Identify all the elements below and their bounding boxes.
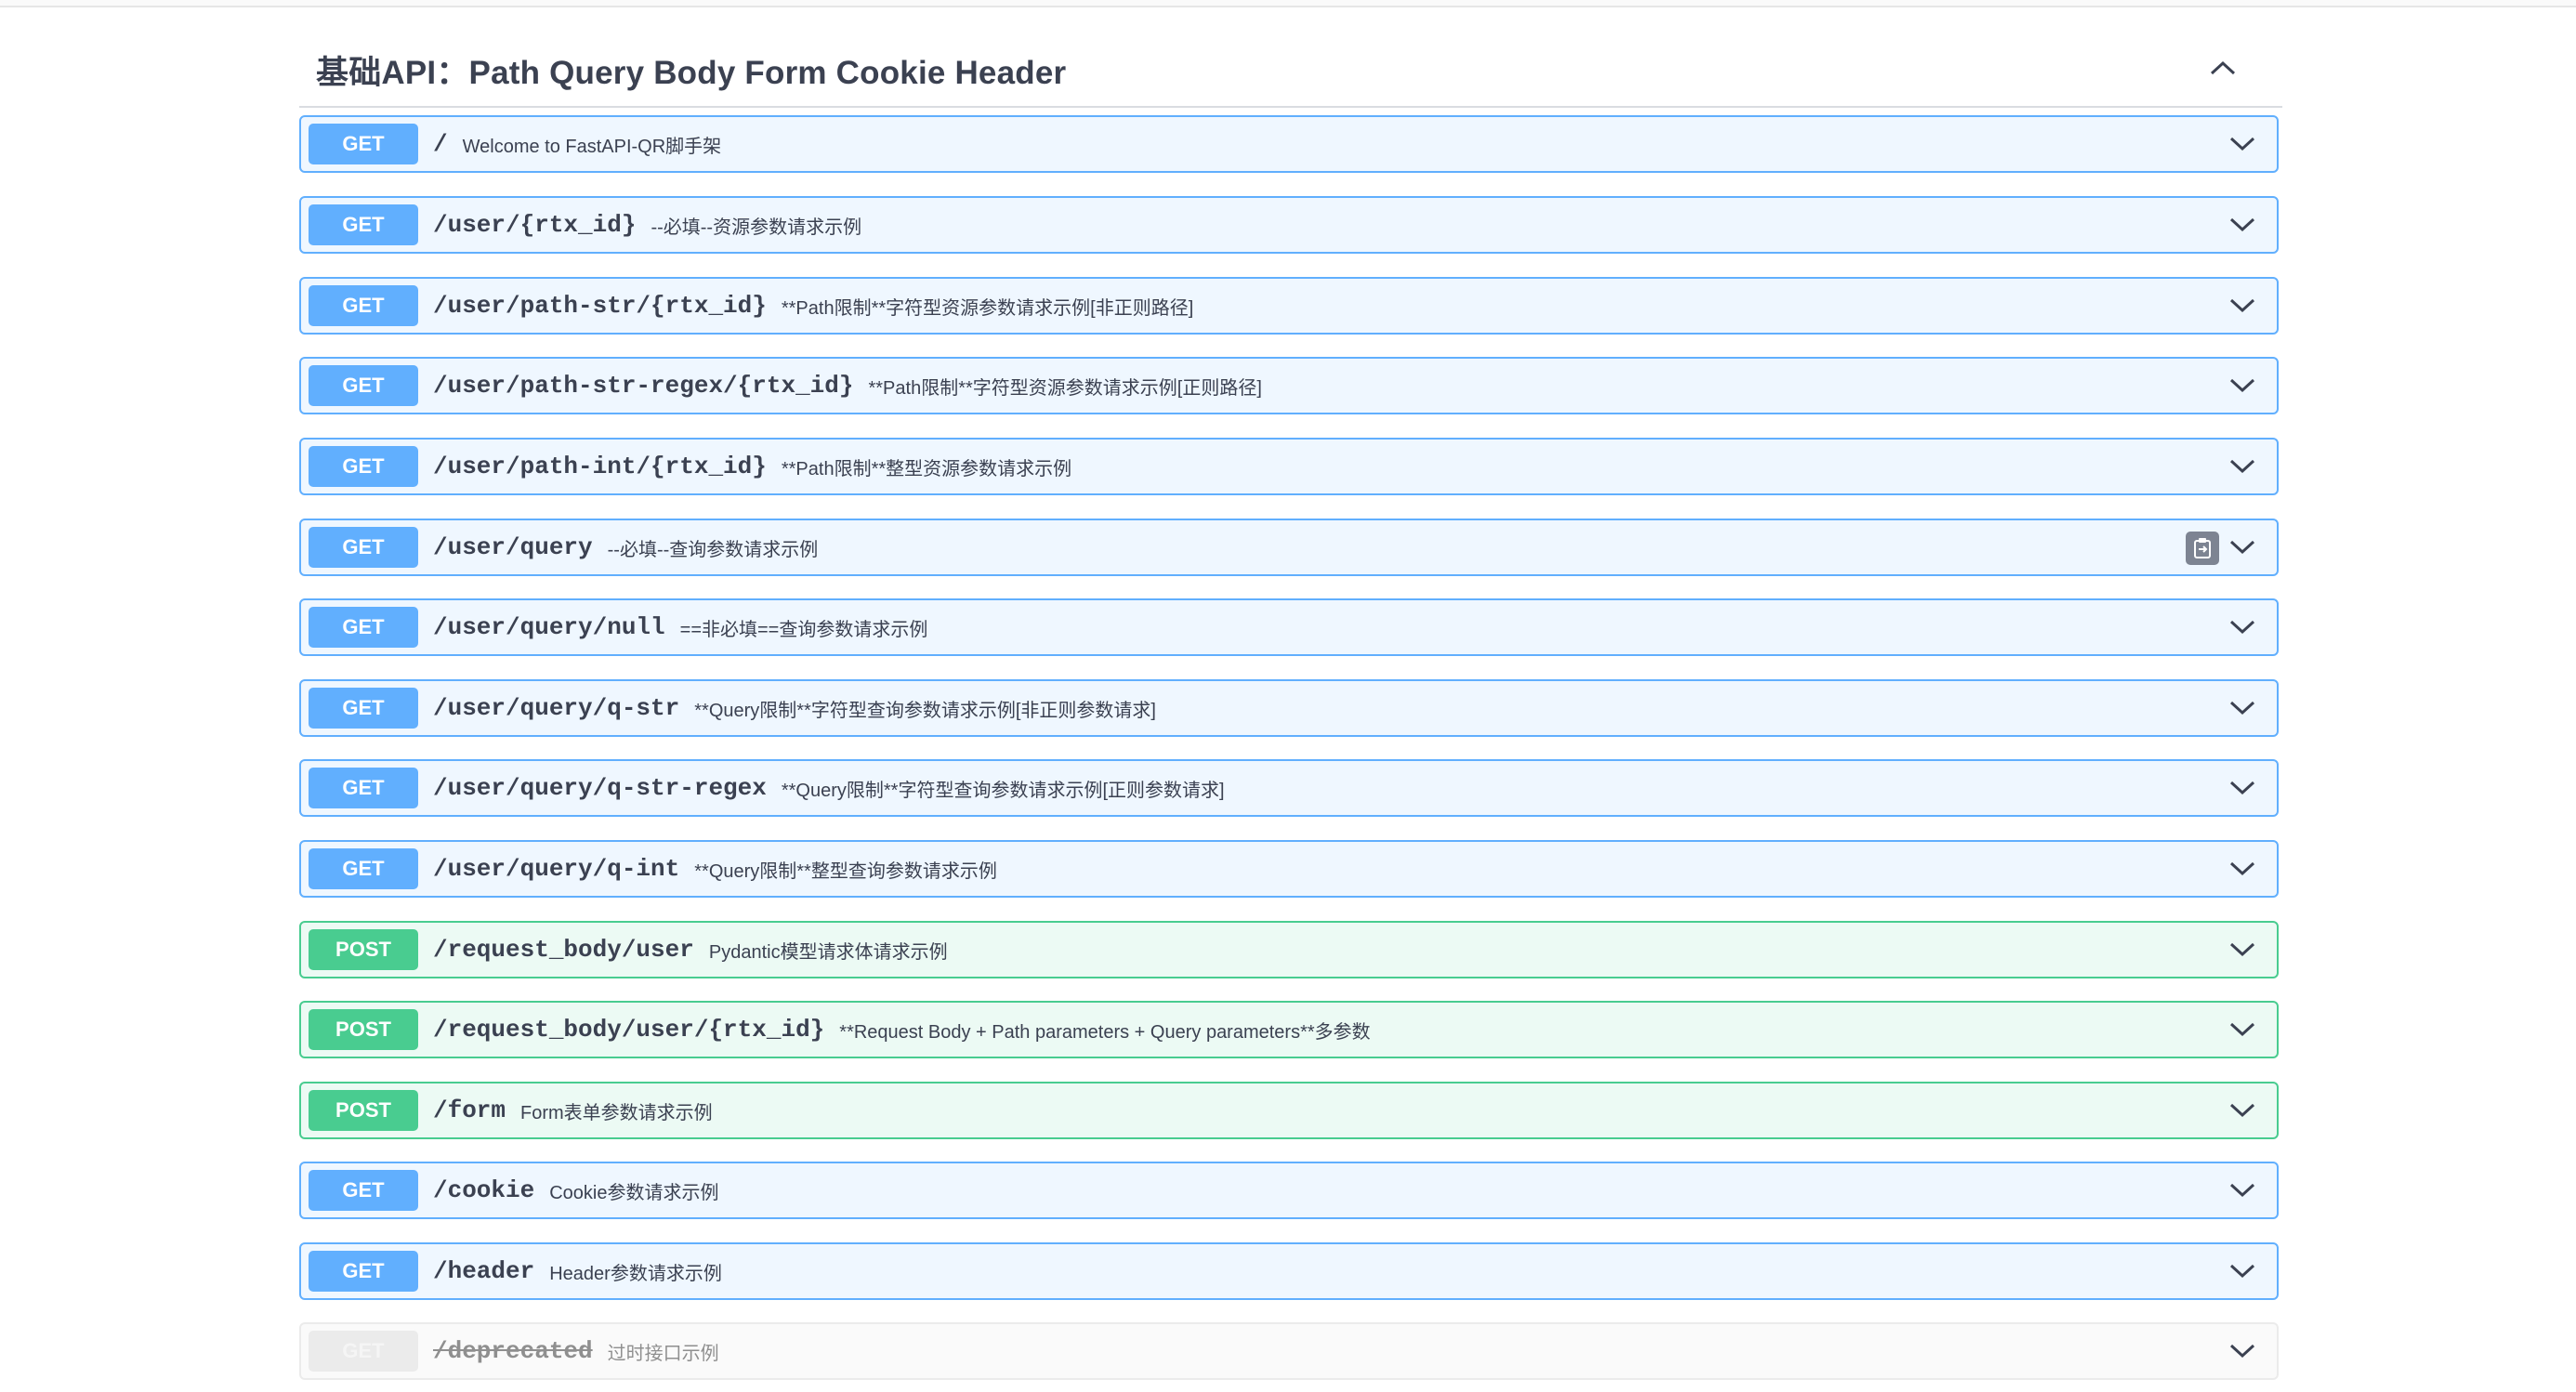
chevron-down-icon[interactable] [2227,211,2258,239]
operation-row[interactable]: GET /user/query --必填--查询参数请求示例 [299,519,2279,576]
operation-row[interactable]: POST /request_body/user/{rtx_id} **Reque… [299,1001,2279,1058]
copy-to-clipboard-icon[interactable] [2186,532,2219,565]
operation-path: /user/{rtx_id} [433,211,637,239]
top-divider [0,0,2576,7]
tag-header[interactable]: 基础API：Path Query Body Form Cookie Header [299,33,2282,108]
method-badge: GET [309,848,418,889]
operation-row[interactable]: GET /user/query/q-str-regex **Query限制**字… [299,759,2279,817]
operation-row[interactable]: GET /header Header参数请求示例 [299,1242,2279,1300]
method-badge: GET [309,446,418,487]
method-badge: GET [309,527,418,568]
operation-row[interactable]: GET /user/query/q-str **Query限制**字符型查询参数… [299,679,2279,737]
chevron-down-icon[interactable] [2227,453,2258,480]
method-badge: POST [309,929,418,970]
chevron-down-icon[interactable] [2227,130,2258,158]
method-badge: POST [309,1009,418,1050]
chevron-down-icon[interactable] [2227,936,2258,964]
operation-row[interactable]: GET /cookie Cookie参数请求示例 [299,1162,2279,1219]
tag-title: 基础API：Path Query Body Form Cookie Header [316,54,1067,91]
operation-summary: Form表单参数请求示例 [520,1102,713,1123]
operation-summary: --必填--资源参数请求示例 [651,217,862,238]
method-badge: GET [309,1170,418,1211]
operation-summary: Header参数请求示例 [549,1263,722,1284]
method-badge: GET [309,768,418,808]
chevron-down-icon[interactable] [2227,774,2258,802]
chevron-up-icon[interactable] [2204,54,2241,82]
method-badge: GET [309,365,418,406]
chevron-down-icon[interactable] [2227,613,2258,641]
method-badge: GET [309,285,418,326]
operation-path: /user/path-int/{rtx_id} [433,453,767,480]
operation-summary: --必填--查询参数请求示例 [607,539,819,560]
operation-path: /user/query/q-str [433,694,680,722]
operation-row[interactable]: GET /user/path-str/{rtx_id} **Path限制**字符… [299,277,2279,335]
operation-row[interactable]: GET /user/path-str-regex/{rtx_id} **Path… [299,357,2279,414]
operation-row-deprecated[interactable]: GET /deprecated 过时接口示例 [299,1322,2279,1380]
chevron-down-icon[interactable] [2227,855,2258,883]
method-badge: GET [309,124,418,164]
operation-row[interactable]: GET /user/path-int/{rtx_id} **Path限制**整型… [299,438,2279,495]
tag-section: 基础API：Path Query Body Form Cookie Header… [299,33,2282,1380]
operation-summary: **Path限制**整型资源参数请求示例 [781,458,1072,479]
operation-path: /user/query [433,533,593,561]
operation-summary: Welcome to FastAPI-QR脚手架 [462,136,722,157]
operation-row[interactable]: POST /request_body/user Pydantic模型请求体请求示… [299,921,2279,978]
chevron-down-icon[interactable] [2227,694,2258,722]
chevron-down-icon[interactable] [2227,1097,2258,1124]
operation-summary: **Request Body + Path parameters + Query… [839,1021,1371,1043]
operation-path: /cookie [433,1176,535,1204]
operation-summary: Pydantic模型请求体请求示例 [708,941,948,963]
operation-path: /user/path-str/{rtx_id} [433,292,767,320]
chevron-down-icon[interactable] [2227,292,2258,320]
operation-path: /deprecated [433,1337,593,1365]
operation-summary: **Query限制**字符型查询参数请求示例[非正则参数请求] [694,700,1156,721]
method-badge: GET [309,204,418,245]
operation-summary: ==非必填==查询参数请求示例 [679,619,928,640]
operation-summary: **Query限制**字符型查询参数请求示例[正则参数请求] [781,780,1225,801]
chevron-down-icon[interactable] [2227,533,2258,561]
chevron-down-icon[interactable] [2227,372,2258,400]
method-badge: GET [309,688,418,729]
operation-path: /form [433,1097,506,1124]
operation-path: / [433,130,448,158]
operation-summary: Cookie参数请求示例 [549,1182,719,1203]
operation-summary: 过时接口示例 [607,1343,719,1364]
operation-path: /user/query/q-str-regex [433,774,767,802]
operation-row[interactable]: POST /form Form表单参数请求示例 [299,1082,2279,1139]
operation-path: /user/query/q-int [433,855,680,883]
chevron-down-icon[interactable] [2227,1337,2258,1365]
operation-row[interactable]: GET /user/query/null ==非必填==查询参数请求示例 [299,598,2279,656]
operation-path: /header [433,1257,535,1285]
chevron-down-icon[interactable] [2227,1257,2258,1285]
method-badge: GET [309,1331,418,1372]
operation-row[interactable]: GET /user/{rtx_id} --必填--资源参数请求示例 [299,196,2279,254]
operation-path: /request_body/user [433,936,694,964]
method-badge: POST [309,1090,418,1131]
operation-path: /user/path-str-regex/{rtx_id} [433,372,854,400]
method-badge: GET [309,607,418,648]
operation-row[interactable]: GET /user/query/q-int **Query限制**整型查询参数请… [299,840,2279,898]
operation-summary: **Path限制**字符型资源参数请求示例[正则路径] [868,377,1262,399]
operation-path: /user/query/null [433,613,665,641]
operation-summary: **Path限制**字符型资源参数请求示例[非正则路径] [781,297,1194,319]
operation-row[interactable]: GET / Welcome to FastAPI-QR脚手架 [299,115,2279,173]
operation-path: /request_body/user/{rtx_id} [433,1016,825,1044]
chevron-down-icon[interactable] [2227,1016,2258,1044]
method-badge: GET [309,1251,418,1292]
operation-summary: **Query限制**整型查询参数请求示例 [694,860,997,882]
chevron-down-icon[interactable] [2227,1176,2258,1204]
